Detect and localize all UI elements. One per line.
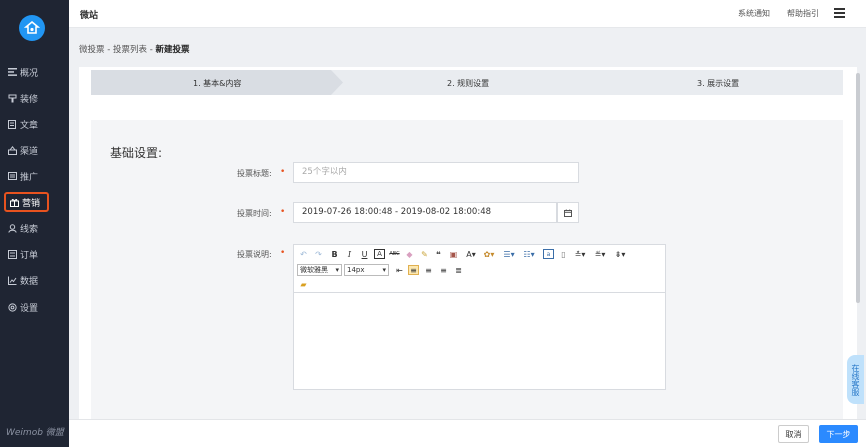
undo-icon[interactable]: ↶	[298, 249, 309, 259]
breadcrumb-vote-list[interactable]: 投票列表	[113, 45, 147, 55]
help-guide-link[interactable]: 帮助指引	[787, 8, 819, 19]
person-icon	[7, 223, 17, 233]
sidebar-item-gift[interactable]: 营销	[4, 192, 49, 212]
section-title: 基础设置:	[110, 146, 163, 160]
sidebar-item-label: 订单	[20, 250, 39, 261]
paste-icon[interactable]: ▣	[448, 249, 459, 259]
sidebar-item-person[interactable]: 线索	[4, 218, 49, 238]
top-bar: 微站 系统通知 帮助指引	[69, 0, 866, 28]
underline-icon[interactable]: U	[359, 249, 370, 259]
direction-icon[interactable]: ⇤	[394, 265, 405, 275]
align-right-icon[interactable]: ≡	[438, 265, 449, 275]
next-button[interactable]: 下一步	[819, 425, 858, 443]
insert-image-icon[interactable]: ▰	[298, 279, 309, 289]
gear-icon	[7, 302, 17, 312]
breadcrumb-vote[interactable]: 微投票	[79, 45, 105, 55]
step-bar: 1. 基本&内容 2. 规则设置 3. 展示设置	[91, 70, 843, 95]
footer-bar: 取消 下一步	[69, 419, 866, 447]
sidebar-item-dashboard[interactable]: 概况	[4, 62, 49, 82]
ordered-list-icon[interactable]: ☰▾	[502, 249, 516, 259]
channel-icon	[7, 145, 17, 155]
breadcrumb-sep: -	[104, 45, 113, 55]
sidebar-item-label: 线索	[20, 224, 39, 235]
sidebar-item-label: 装修	[20, 94, 39, 105]
sidebar-item-label: 推广	[20, 172, 39, 183]
bold-icon[interactable]: B	[329, 249, 340, 259]
sidebar-item-label: 数据	[20, 276, 39, 287]
link-icon[interactable]: a	[543, 249, 554, 259]
main-content: 1. 基本&内容 2. 规则设置 3. 展示设置 基础设置: 投票标题: • 2…	[79, 67, 857, 419]
indent-icon[interactable]: ⇟▾	[613, 249, 627, 259]
sidebar-item-promote[interactable]: 推广	[4, 166, 49, 186]
order-icon	[7, 249, 17, 259]
sidebar-item-order[interactable]: 订单	[4, 244, 49, 264]
quote-icon[interactable]: ❝	[433, 249, 444, 259]
required-mark: •	[280, 167, 286, 177]
align-justify-icon[interactable]: ≣	[453, 265, 464, 275]
sidebar-item-label: 渠道	[20, 146, 39, 157]
sidebar-item-label: 文章	[20, 120, 39, 131]
breadcrumb-current: 新建投票	[155, 45, 190, 55]
sidebar-item-channel[interactable]: 渠道	[4, 140, 49, 160]
breadcrumb-sep: -	[147, 45, 156, 55]
highlight-icon[interactable]: ✿▾	[482, 249, 496, 259]
font-border-icon[interactable]: A	[374, 249, 385, 259]
sidebar-item-chart[interactable]: 数据	[4, 270, 49, 290]
redo-icon[interactable]: ↷	[313, 249, 324, 259]
desc-label: 投票说明:	[237, 250, 272, 259]
required-mark: •	[280, 207, 286, 217]
paragraph-spacing-icon[interactable]: ≝▾	[593, 249, 607, 259]
dashboard-icon	[7, 67, 17, 77]
align-center-icon[interactable]: ≡	[423, 265, 434, 275]
menu-icon[interactable]	[834, 8, 845, 18]
sidebar-item-gear[interactable]: 设置	[4, 297, 49, 317]
form-panel: 基础设置: 投票标题: • 25个字以内 投票时间: • 2019-07-26 …	[91, 120, 843, 419]
promote-icon	[7, 171, 17, 181]
step-basic-content[interactable]: 1. 基本&内容	[193, 78, 241, 89]
step-display[interactable]: 3. 展示设置	[697, 78, 739, 89]
scrollbar[interactable]	[856, 73, 860, 303]
font-color-icon[interactable]: A▾	[464, 249, 478, 259]
font-size-select[interactable]: 14px ▾	[344, 264, 389, 276]
time-label: 投票时间:	[237, 209, 272, 218]
font-family-value: 微软雅黑	[300, 266, 328, 274]
chart-icon	[7, 275, 17, 285]
online-service-tab[interactable]: 在线客服	[847, 355, 864, 404]
italic-icon[interactable]: I	[344, 249, 355, 259]
app-title: 微站	[80, 11, 99, 21]
sidebar: 概况装修文章渠道推广营销线索订单数据设置 Weimob 微盟	[0, 0, 69, 447]
system-notice-link[interactable]: 系统通知	[738, 8, 770, 19]
cancel-button[interactable]: 取消	[778, 425, 809, 443]
line-height-icon[interactable]: ≛▾	[573, 249, 587, 259]
font-family-select[interactable]: 微软雅黑 ▾	[297, 264, 342, 276]
sidebar-item-label: 概况	[20, 68, 39, 79]
article-icon	[7, 119, 17, 129]
sidebar-item-article[interactable]: 文章	[4, 114, 49, 134]
brand-logo: Weimob 微盟	[6, 428, 64, 438]
sidebar-item-brush[interactable]: 装修	[4, 88, 49, 108]
sidebar-item-label: 营销	[22, 198, 41, 209]
format-brush-icon[interactable]: ✎	[419, 249, 430, 259]
gift-icon	[9, 197, 19, 207]
required-mark: •	[280, 248, 286, 258]
time-range-input[interactable]: 2019-07-26 18:00:48 - 2019-08-02 18:00:4…	[293, 202, 557, 223]
eraser-icon[interactable]: ◆	[404, 249, 415, 259]
rich-text-editor: ↶ ↷ B I U A ABC ◆ ✎ ❝ ▣ A▾ ✿▾ ☰▾ ☷▾ a ▯ …	[293, 244, 666, 390]
calendar-icon[interactable]	[557, 202, 579, 223]
strikethrough-icon[interactable]: ABC	[389, 249, 400, 259]
brush-icon	[7, 93, 17, 103]
title-label: 投票标题:	[237, 169, 272, 178]
sidebar-item-label: 设置	[20, 303, 39, 314]
editor-toolbar: ↶ ↷ B I U A ABC ◆ ✎ ❝ ▣ A▾ ✿▾ ☰▾ ☷▾ a ▯ …	[294, 245, 665, 293]
font-size-value: 14px	[347, 266, 365, 274]
title-input[interactable]: 25个字以内	[293, 162, 579, 183]
breadcrumb: 微投票 - 投票列表 - 新建投票	[79, 43, 190, 55]
align-left-icon[interactable]: ≡	[408, 265, 419, 275]
unordered-list-icon[interactable]: ☷▾	[522, 249, 536, 259]
page-icon[interactable]: ▯	[558, 249, 569, 259]
logo-icon[interactable]	[19, 15, 45, 41]
editor-content-area[interactable]	[294, 294, 665, 389]
step-rules[interactable]: 2. 规则设置	[447, 78, 489, 89]
